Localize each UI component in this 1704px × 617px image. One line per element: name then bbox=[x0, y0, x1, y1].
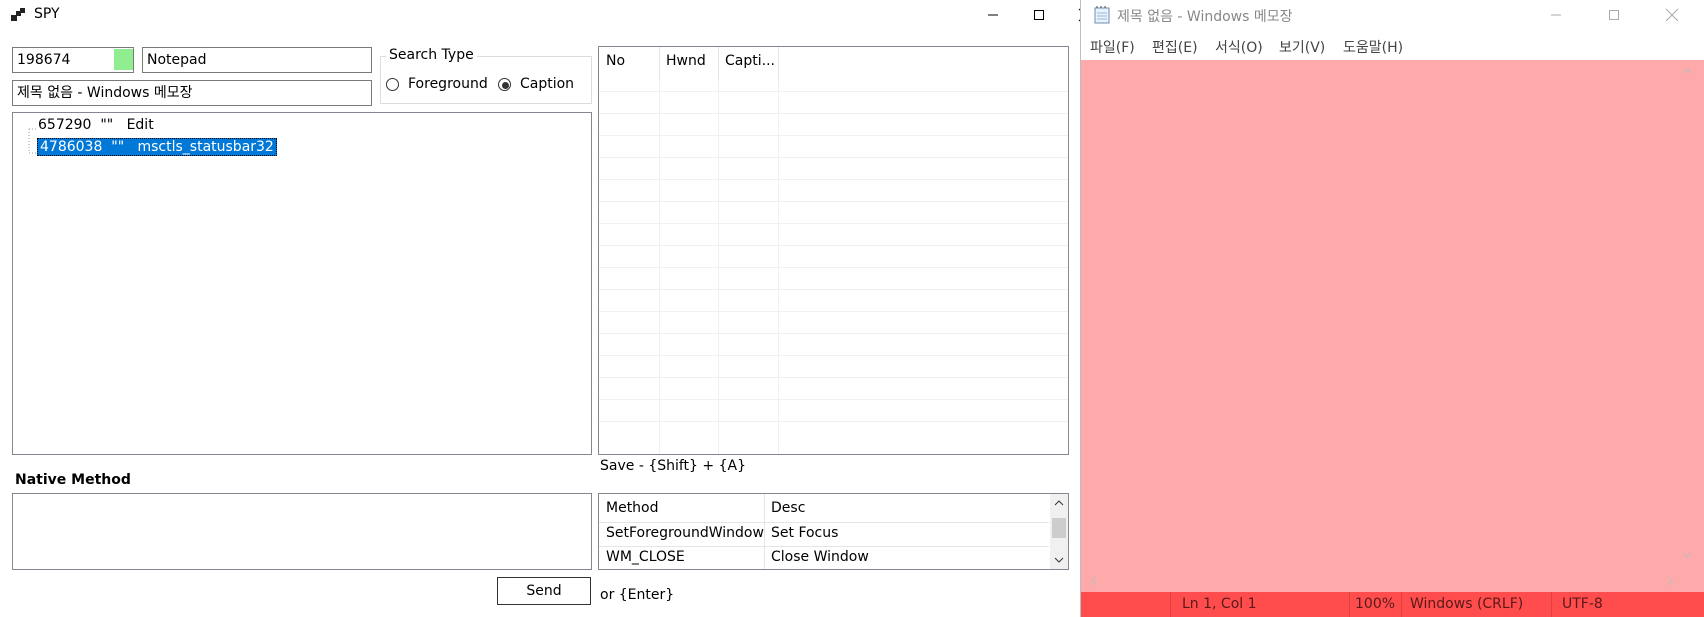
native-method-input[interactable] bbox=[12, 493, 592, 570]
enter-hint: or {Enter} bbox=[600, 587, 675, 603]
minimize-button[interactable] bbox=[970, 0, 1016, 30]
notepad-maximize-button[interactable] bbox=[1591, 0, 1637, 30]
search-type-legend: Search Type bbox=[386, 47, 477, 63]
status-line-ending: Windows (CRLF) bbox=[1410, 596, 1524, 612]
hwnd-color-swatch bbox=[114, 49, 133, 70]
notepad-window: 제목 없음 - Windows 메모장 파일(F) 편집(E) 서식(O) 보기… bbox=[1080, 0, 1704, 617]
grid-column-line bbox=[778, 81, 779, 454]
class-input[interactable]: Notepad bbox=[142, 47, 372, 73]
send-button[interactable]: Send bbox=[497, 577, 591, 605]
notepad-minimize-button[interactable] bbox=[1533, 0, 1579, 30]
status-encoding: UTF-8 bbox=[1562, 596, 1603, 612]
caption-value: 제목 없음 - Windows 메모장 bbox=[17, 85, 193, 101]
grid-row-line bbox=[599, 311, 1068, 312]
desc-column-header[interactable]: Desc bbox=[771, 500, 805, 516]
status-divider bbox=[1170, 592, 1171, 617]
scroll-down-icon[interactable] bbox=[1681, 550, 1693, 560]
maximize-icon bbox=[1609, 10, 1619, 20]
grid-row-line bbox=[599, 267, 1068, 268]
radio-caption-label: Caption bbox=[520, 76, 575, 92]
status-position: Ln 1, Col 1 bbox=[1182, 596, 1257, 612]
status-zoom: 100% bbox=[1355, 596, 1396, 612]
method-name[interactable]: SetForegroundWindow bbox=[606, 525, 764, 541]
child-list[interactable]: No Hwnd Capti... bbox=[598, 46, 1069, 455]
window-title: SPY bbox=[34, 6, 60, 22]
notepad-title: 제목 없음 - Windows 메모장 bbox=[1117, 9, 1293, 25]
method-desc[interactable]: Close Window bbox=[771, 549, 869, 565]
menu-help[interactable]: 도움말(H) bbox=[1343, 37, 1403, 57]
close-icon bbox=[1665, 8, 1679, 22]
grid-row-line bbox=[599, 245, 1068, 246]
grid-row-line bbox=[599, 91, 1068, 92]
grid-column-line bbox=[718, 81, 719, 454]
method-list[interactable]: Method Desc SetForegroundWindow Set Focu… bbox=[598, 493, 1069, 570]
radio-caption[interactable]: Caption bbox=[498, 76, 588, 96]
caption-input[interactable]: 제목 없음 - Windows 메모장 bbox=[12, 80, 372, 106]
maximize-button[interactable] bbox=[1016, 0, 1062, 30]
grid-row-line bbox=[599, 113, 1068, 114]
scroll-left-icon[interactable] bbox=[1089, 575, 1099, 587]
radio-foreground[interactable]: Foreground bbox=[386, 76, 496, 96]
column-divider bbox=[778, 47, 779, 81]
status-divider bbox=[1401, 592, 1402, 617]
minimize-icon bbox=[1551, 14, 1561, 16]
status-bar: Ln 1, Col 1 100% Windows (CRLF) UTF-8 bbox=[1081, 592, 1704, 617]
column-divider bbox=[718, 47, 719, 81]
hwnd-value: 198674 bbox=[17, 52, 71, 68]
menu-edit[interactable]: 편집(E) bbox=[1152, 37, 1198, 57]
vertical-scrollbar[interactable] bbox=[1050, 494, 1068, 569]
grid-row-line bbox=[599, 377, 1068, 378]
column-header-no[interactable]: No bbox=[606, 53, 625, 69]
radio-foreground-circle bbox=[386, 78, 399, 91]
row-divider bbox=[599, 546, 1049, 547]
maximize-icon bbox=[1034, 10, 1044, 20]
scroll-right-icon[interactable] bbox=[1665, 575, 1675, 587]
native-method-label: Native Method bbox=[15, 472, 131, 488]
column-divider bbox=[659, 47, 660, 81]
window-tree[interactable]: 657290 "" Edit 4786038 "" msctls_statusb… bbox=[12, 112, 592, 455]
method-name[interactable]: WM_CLOSE bbox=[606, 549, 685, 565]
scroll-up-icon[interactable] bbox=[1054, 499, 1064, 507]
scroll-down-icon[interactable] bbox=[1054, 556, 1064, 564]
notepad-icon bbox=[1093, 6, 1111, 24]
minimize-icon bbox=[988, 14, 998, 16]
send-button-label: Send bbox=[526, 583, 562, 599]
grid-row-line bbox=[599, 135, 1068, 136]
grid-row-line bbox=[599, 201, 1068, 202]
scroll-thumb[interactable] bbox=[1052, 518, 1066, 538]
grid-row-line bbox=[599, 289, 1068, 290]
menu-view[interactable]: 보기(V) bbox=[1279, 37, 1325, 57]
status-divider bbox=[1349, 592, 1350, 617]
column-header-hwnd[interactable]: Hwnd bbox=[666, 53, 706, 69]
method-column-header[interactable]: Method bbox=[606, 500, 659, 516]
list-grid bbox=[599, 81, 1068, 454]
column-header-caption[interactable]: Capti... bbox=[725, 53, 775, 69]
radio-caption-circle bbox=[498, 78, 511, 91]
grid-column-line bbox=[659, 81, 660, 454]
text-editor-area[interactable] bbox=[1081, 60, 1704, 592]
radio-foreground-label: Foreground bbox=[408, 76, 488, 92]
row-divider bbox=[599, 522, 1049, 523]
tree-node-selected[interactable]: 4786038 "" msctls_statusbar32 bbox=[37, 138, 277, 156]
method-desc[interactable]: Set Focus bbox=[771, 525, 838, 541]
grid-row-line bbox=[599, 333, 1068, 334]
grid-row-line bbox=[599, 223, 1068, 224]
grid-row-line bbox=[599, 399, 1068, 400]
tree-node[interactable]: 657290 "" Edit bbox=[38, 117, 154, 133]
grid-row-line bbox=[599, 421, 1068, 422]
class-value: Notepad bbox=[147, 52, 207, 68]
app-icon bbox=[10, 7, 26, 23]
menu-file[interactable]: 파일(F) bbox=[1090, 37, 1135, 57]
save-hint: Save - {Shift} + {A} bbox=[600, 458, 746, 474]
editor-left-margin bbox=[1081, 60, 1085, 592]
grid-row-line bbox=[599, 157, 1068, 158]
spy-window: SPY 198674 Notepad 제목 없음 - Windows 메모장 S… bbox=[0, 0, 1092, 617]
notepad-close-button[interactable] bbox=[1649, 0, 1695, 30]
grid-row-line bbox=[599, 179, 1068, 180]
column-divider bbox=[764, 494, 765, 569]
scroll-up-icon[interactable] bbox=[1681, 66, 1693, 76]
menu-format[interactable]: 서식(O) bbox=[1215, 37, 1263, 57]
status-divider bbox=[1551, 592, 1552, 617]
grid-row-line bbox=[599, 355, 1068, 356]
